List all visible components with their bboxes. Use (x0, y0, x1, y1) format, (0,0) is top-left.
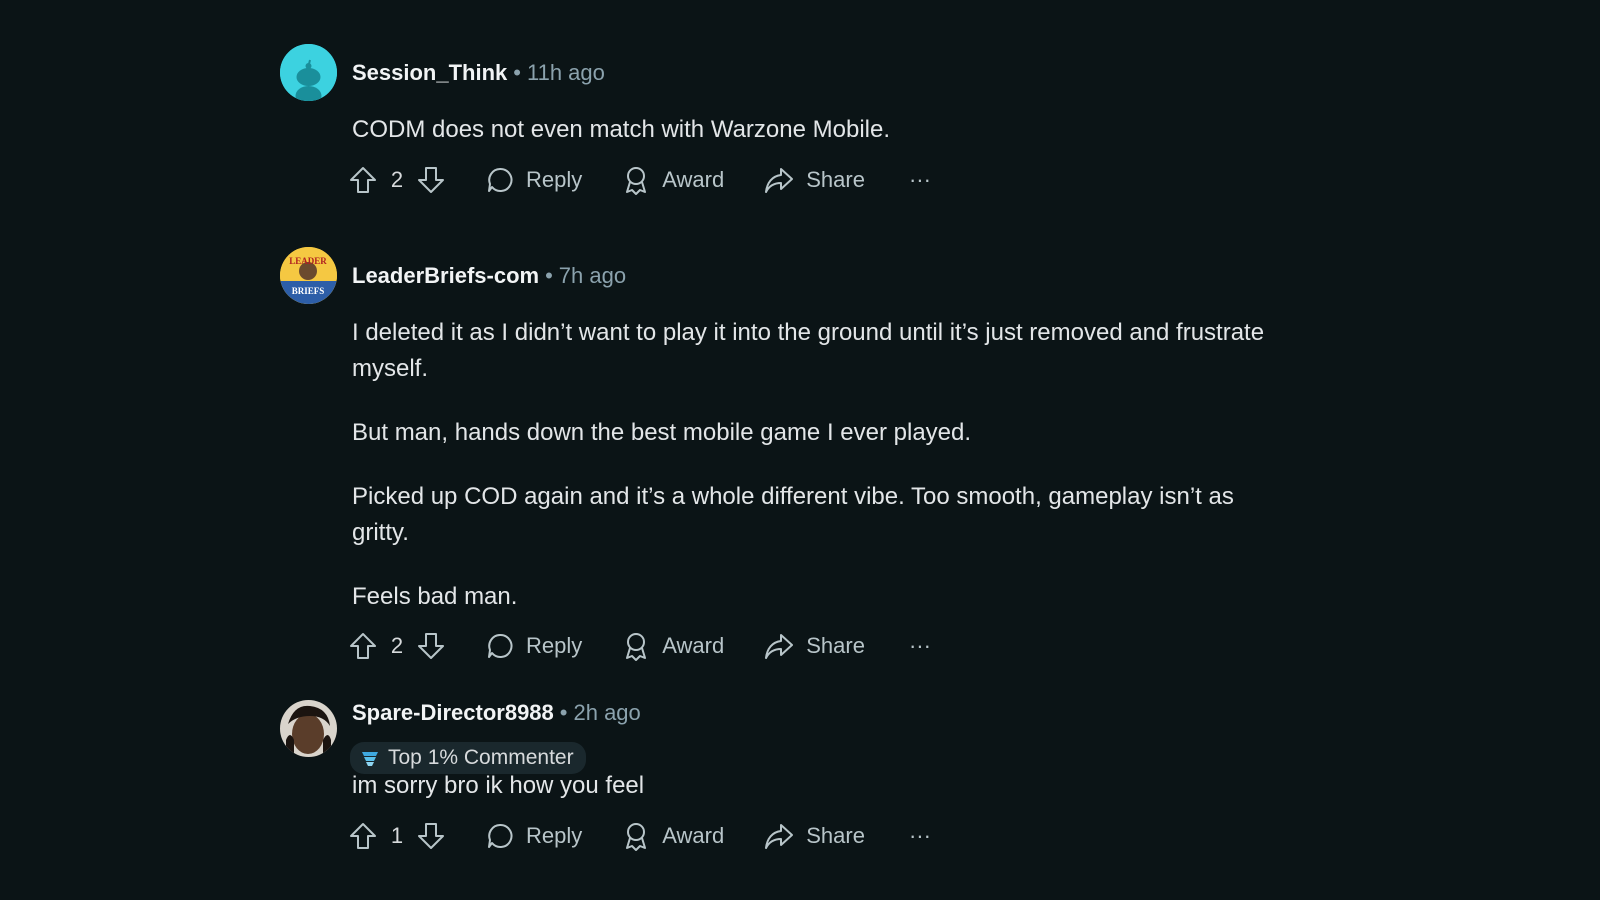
share-icon (765, 824, 794, 849)
separator-dot: • (513, 60, 521, 85)
username[interactable]: Session_Think (352, 60, 507, 85)
timestamp[interactable]: 11h ago (527, 60, 605, 85)
comment-actions: 2 Reply Award Share ··· (348, 626, 931, 666)
vote-group: 1 (348, 821, 446, 851)
comment-header: Session_Think • 11h ago (352, 60, 605, 86)
reply-label: Reply (526, 823, 583, 848)
award-icon (626, 633, 647, 661)
reply-label: Reply (526, 167, 583, 192)
vote-count: 1 (390, 823, 404, 848)
award-button[interactable]: Award (622, 631, 724, 661)
svg-text:BRIEFS: BRIEFS (292, 286, 325, 296)
comment-body: im sorry bro ik how you feel (352, 768, 644, 804)
comment-body: I deleted it as I didn’t want to play it… (352, 315, 1272, 615)
reply-label: Reply (526, 633, 583, 658)
comment-header: LeaderBriefs-com • 7h ago (352, 263, 626, 289)
award-button[interactable]: Award (622, 165, 724, 195)
vote-group: 2 (348, 631, 446, 661)
avatar[interactable] (280, 700, 337, 757)
timestamp[interactable]: 7h ago (559, 263, 626, 288)
vote-group: 2 (348, 165, 446, 195)
upvote-icon[interactable] (348, 631, 378, 661)
reply-button[interactable]: Reply (486, 632, 582, 660)
comment-actions: 2 Reply Award Share ··· (348, 160, 931, 200)
leaderbriefs-logo-icon: LEADER BRIEFS (280, 247, 337, 304)
share-button[interactable]: Share (764, 632, 865, 660)
more-options-button[interactable]: ··· (909, 823, 931, 849)
upvote-icon[interactable] (348, 165, 378, 195)
award-label: Award (662, 167, 725, 192)
svg-text:LEADER: LEADER (289, 256, 327, 266)
share-label: Share (806, 633, 865, 658)
more-options-button[interactable]: ··· (909, 633, 931, 659)
comment-body: CODM does not even match with Warzone Mo… (352, 112, 890, 148)
comment-paragraph: CODM does not even match with Warzone Mo… (352, 116, 890, 143)
comment-paragraph: Feels bad man. (352, 583, 518, 610)
award-icon (626, 823, 647, 851)
vote-count: 2 (390, 633, 404, 658)
comment-actions: 1 Reply Award Share ··· (348, 816, 931, 856)
vote-count: 2 (390, 167, 404, 192)
badge-label: Top 1% Commenter (388, 746, 574, 769)
separator-dot: • (545, 263, 553, 288)
reply-button[interactable]: Reply (486, 166, 582, 194)
comment-paragraph: I deleted it as I didn’t want to play it… (352, 319, 1265, 382)
reply-button[interactable]: Reply (486, 822, 582, 850)
reddit-snoo-icon (280, 44, 337, 101)
timestamp[interactable]: 2h ago (573, 700, 640, 725)
more-icon: ··· (908, 633, 931, 658)
downvote-icon[interactable] (416, 631, 446, 661)
comment-paragraph: Picked up COD again and it’s a whole dif… (352, 483, 1234, 546)
username[interactable]: LeaderBriefs-com (352, 263, 539, 288)
top-commenter-icon (362, 752, 378, 766)
share-icon (765, 168, 794, 193)
award-button[interactable]: Award (622, 821, 724, 851)
comment-paragraph: But man, hands down the best mobile game… (352, 419, 972, 446)
photo-avatar-icon (280, 700, 337, 757)
more-options-button[interactable]: ··· (909, 167, 931, 193)
award-icon (626, 167, 647, 195)
more-icon: ··· (908, 823, 931, 848)
share-label: Share (806, 167, 865, 192)
separator-dot: • (559, 700, 568, 725)
comment-header: Spare-Director8988 • 2h ago (352, 700, 641, 726)
avatar[interactable]: LEADER BRIEFS (280, 247, 337, 304)
comment-bubble-icon (488, 823, 513, 848)
share-button[interactable]: Share (764, 822, 865, 850)
avatar[interactable] (280, 44, 337, 101)
share-icon (765, 634, 794, 659)
more-icon: ··· (908, 167, 931, 192)
comment-bubble-icon (488, 633, 513, 658)
downvote-icon[interactable] (416, 821, 446, 851)
comment-bubble-icon (488, 167, 513, 192)
share-button[interactable]: Share (764, 166, 865, 194)
username[interactable]: Spare-Director8988 (352, 700, 554, 725)
comment-paragraph: im sorry bro ik how you feel (352, 772, 645, 799)
upvote-icon[interactable] (348, 821, 378, 851)
downvote-icon[interactable] (416, 165, 446, 195)
share-label: Share (806, 823, 865, 848)
award-label: Award (662, 633, 725, 658)
award-label: Award (662, 823, 725, 848)
